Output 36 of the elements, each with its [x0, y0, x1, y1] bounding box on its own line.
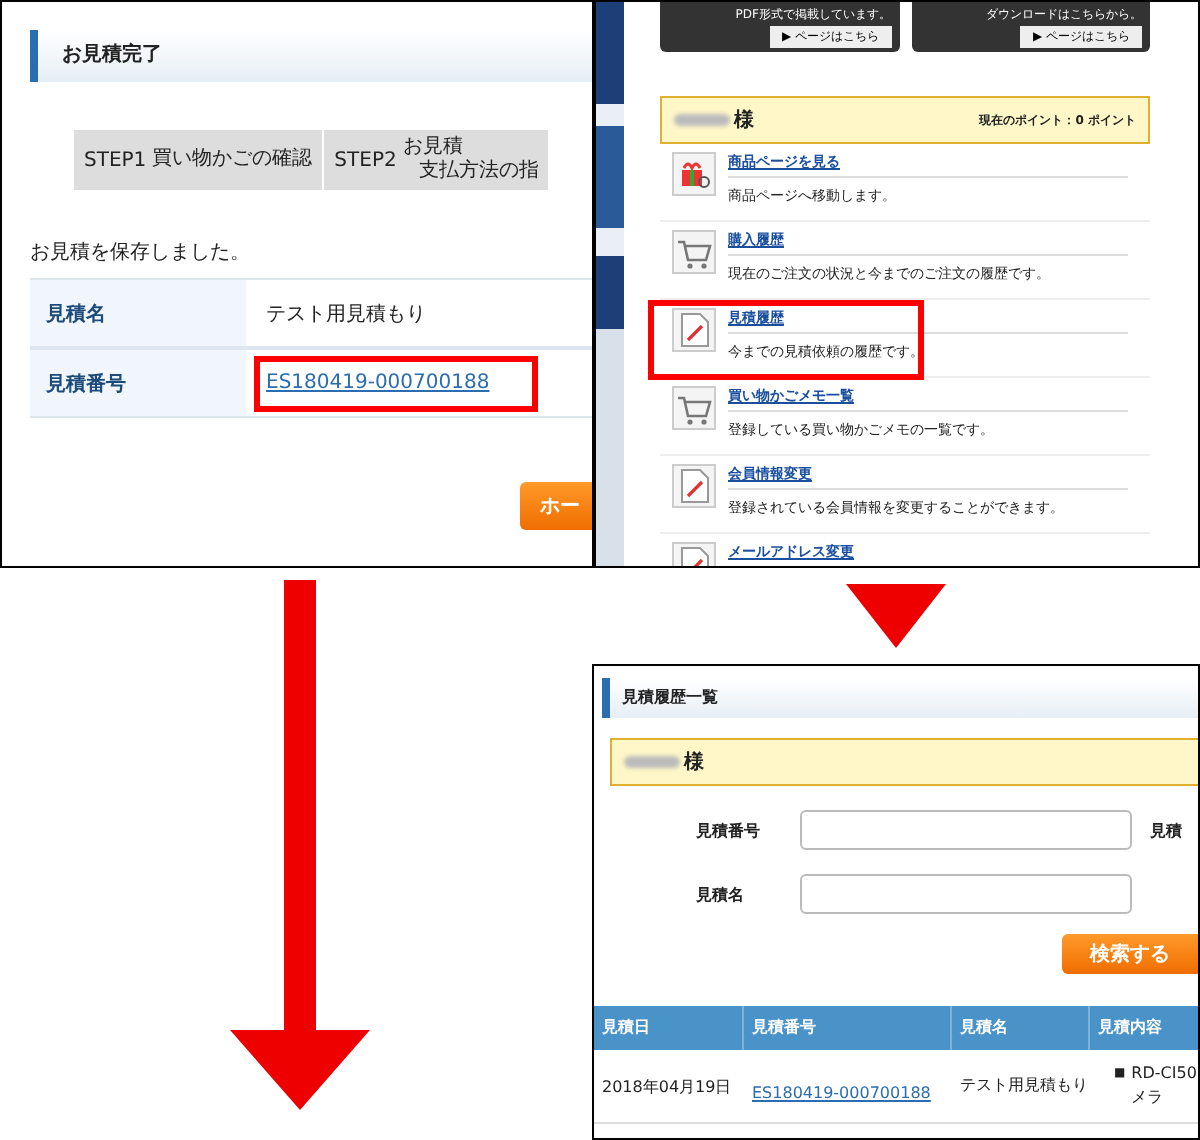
table-cell-text: テスト用見積もり [958, 1074, 1090, 1098]
field-value: テスト用見積もり [266, 301, 426, 327]
input-field[interactable] [800, 874, 1132, 914]
column-header: 見積名 [952, 1006, 1090, 1050]
field-label: 見積番号 [44, 371, 128, 397]
step-label: STEP2 [334, 149, 397, 171]
down-triangle-icon [846, 584, 946, 648]
honorific-text: 様 [684, 749, 704, 776]
field-label: 見積名 [44, 301, 108, 327]
page-title: 見積履歴一覧 [602, 678, 1198, 718]
gift-icon [672, 152, 716, 196]
message-text: お見積を保存しました。 [30, 239, 252, 266]
table-cell-text: メラ [1131, 1086, 1166, 1110]
down-arrow-icon [230, 580, 370, 1110]
blurred-name [674, 114, 730, 126]
column-header: 見積番号 [744, 1006, 952, 1050]
field-label: 見積番号 [696, 819, 762, 841]
cart-icon [672, 386, 716, 430]
input-field[interactable] [800, 810, 1132, 850]
table-cell: RD-CI50 [1131, 1062, 1197, 1086]
step-text: 買い物かごの確認 [152, 148, 313, 172]
step-text: 支払方法の指 [416, 160, 539, 184]
step-text: お見積 [402, 136, 465, 159]
field-label: 見積名 [696, 883, 746, 905]
cart-icon [672, 230, 716, 274]
column-header: 見積内容 [1090, 1006, 1198, 1050]
blurred-name [624, 756, 680, 768]
field-label: 見積 [1150, 819, 1182, 841]
honorific-text: 様 [734, 107, 754, 134]
pencil-icon [672, 308, 716, 352]
quote-number-link[interactable]: ES180419-000700188 [752, 1083, 931, 1101]
page-title: お見積完了 [30, 30, 592, 82]
step-label: STEP1 [84, 149, 147, 171]
pencil-icon [672, 464, 716, 508]
table-cell-text: 2018年04月19日 [600, 1075, 734, 1097]
column-header: 見積日 [594, 1006, 744, 1050]
